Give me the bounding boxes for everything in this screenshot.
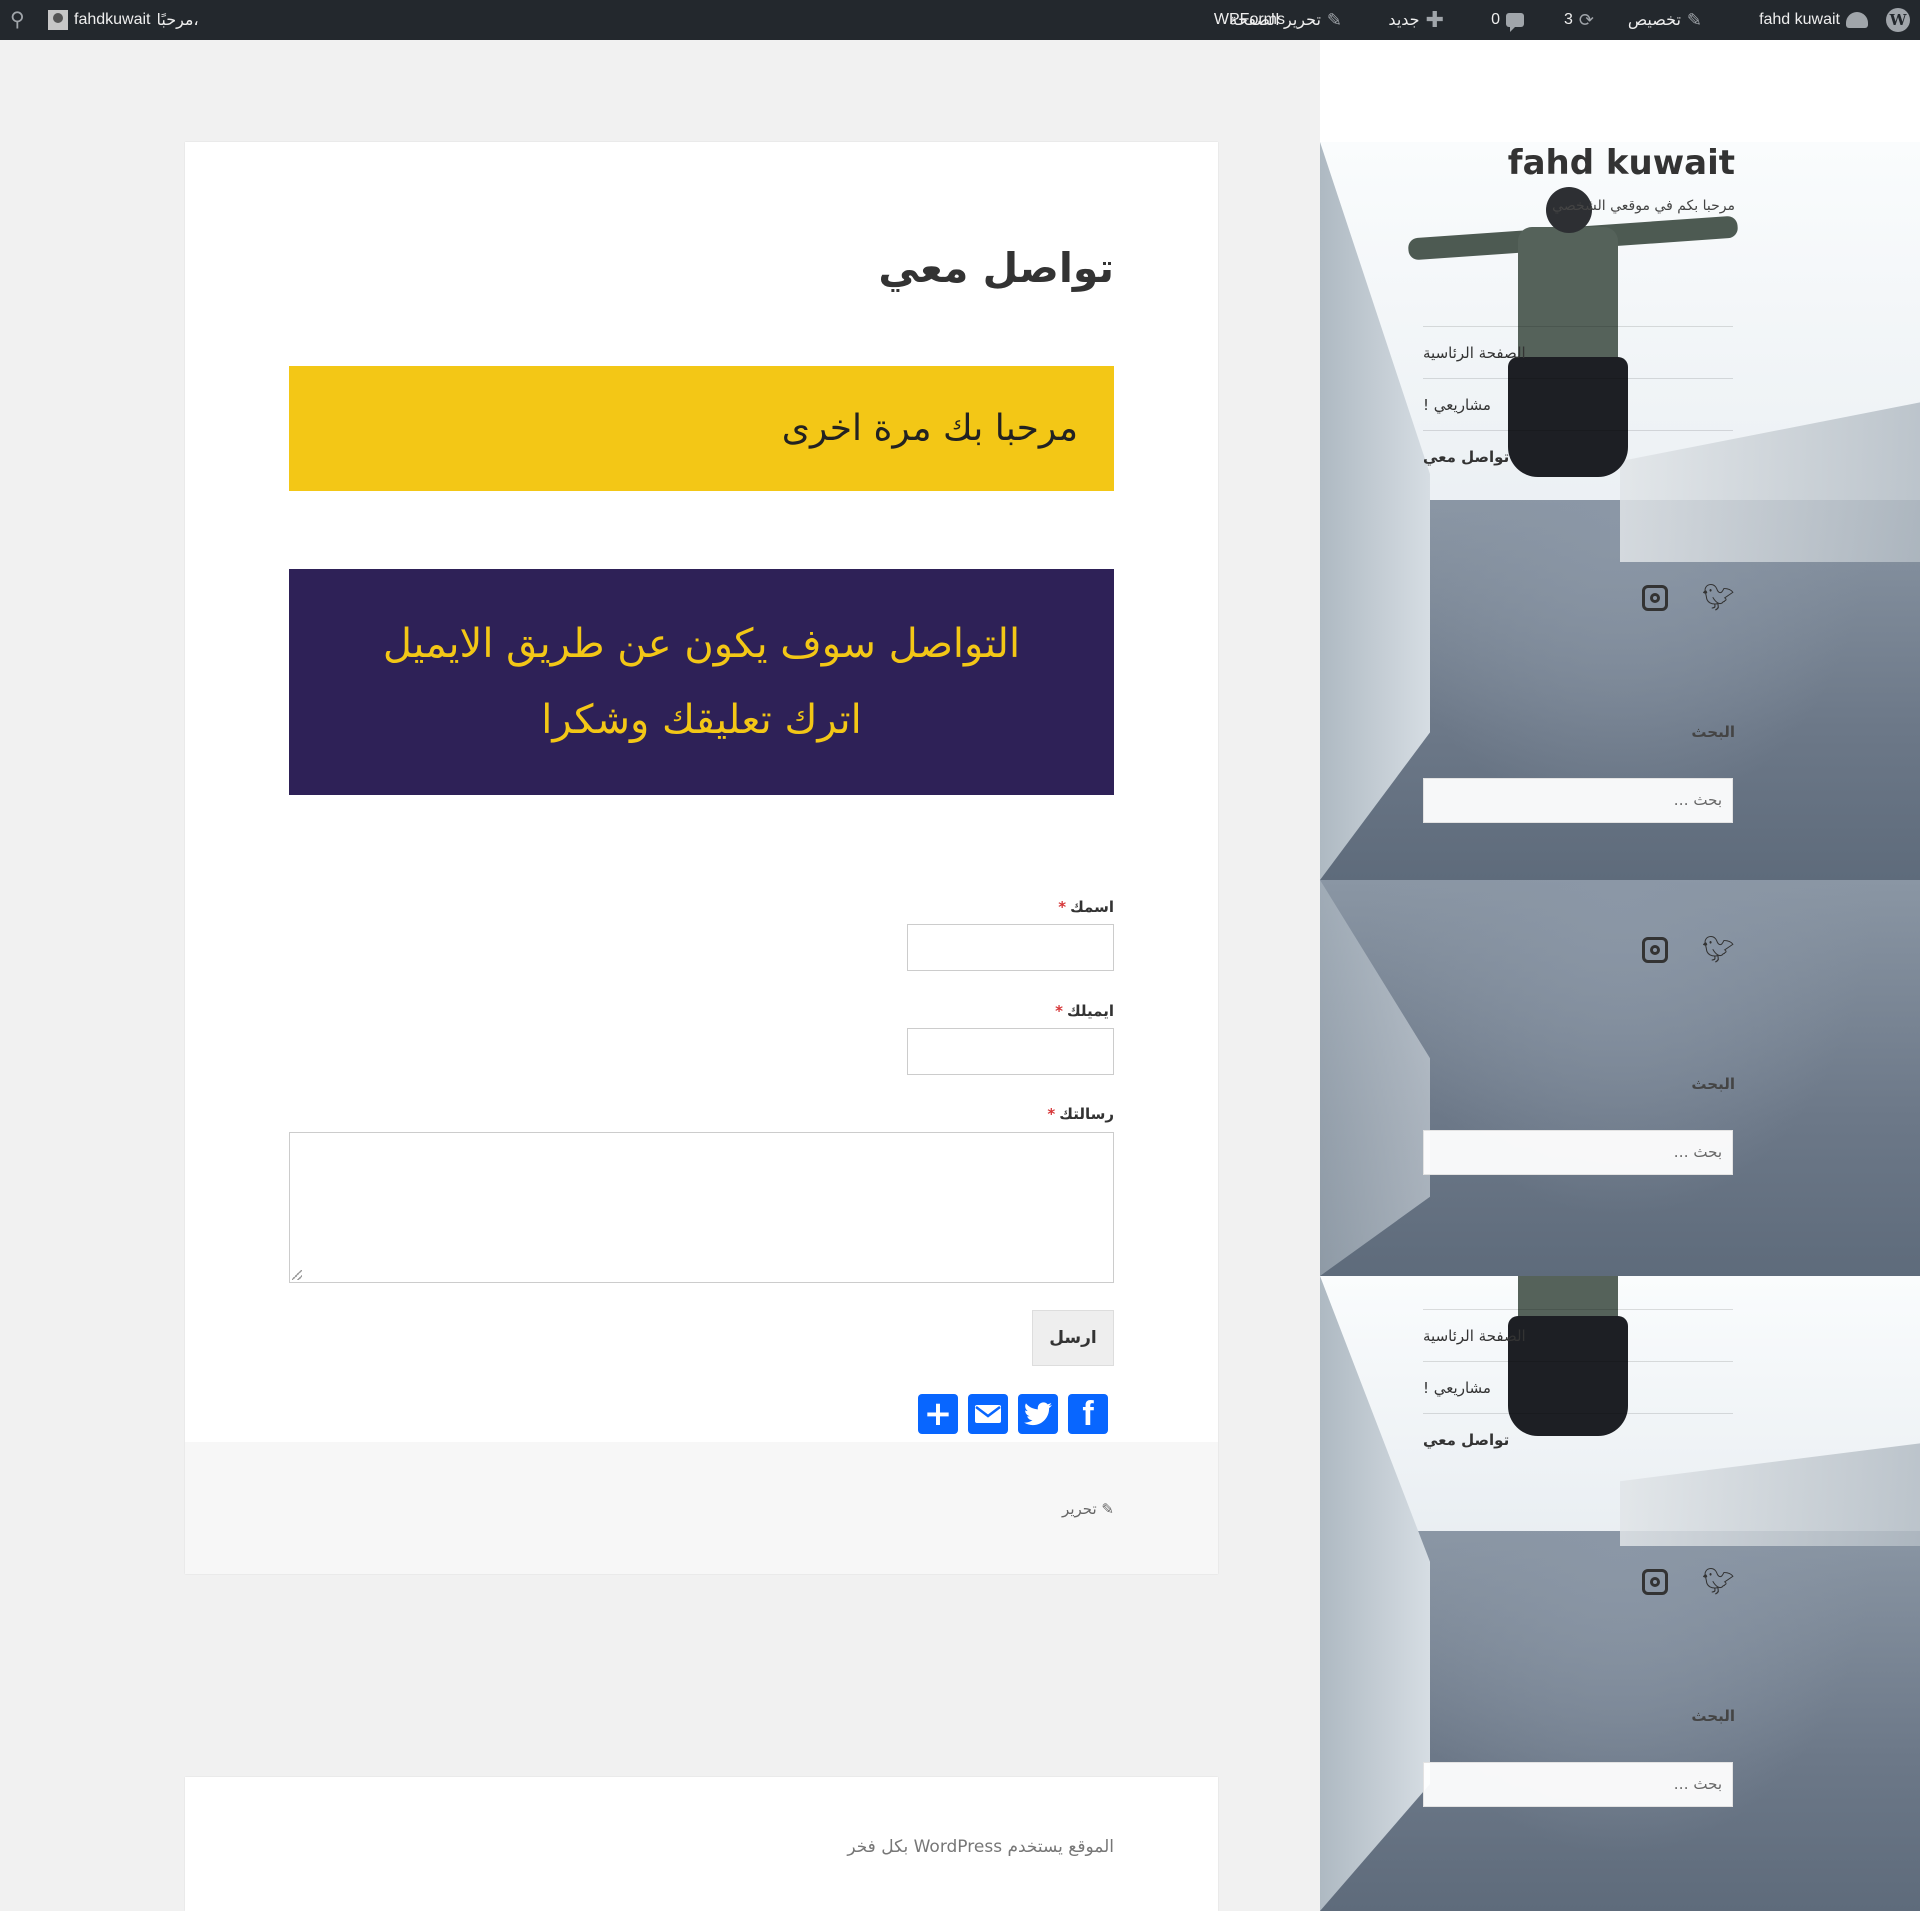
comment-icon [1506,13,1524,32]
search-icon: ⚲ [10,9,25,31]
twitter-icon[interactable]: 🐦︎ [1702,1569,1735,1595]
message-label: رسالتك* [1047,1105,1114,1123]
search-toggle[interactable]: ⚲ [10,0,25,40]
twitter-icon [1024,1402,1052,1426]
name-label-text: اسمك [1070,898,1114,916]
site-footer: الموقع يستخدم WordPress بكل فخر [185,1777,1218,1911]
page-title: تواصل معي [878,244,1114,292]
username-label: fahdkuwait [74,11,151,28]
social-links: 🐦︎ [1642,937,1735,963]
instagram-icon[interactable] [1642,937,1668,963]
nav-item-contact[interactable]: تواصل معي [1423,430,1733,482]
contact-info-banner: التواصل سوف يكون عن طريق الايميل اترك تع… [289,569,1114,795]
sidebar-nav-menu: الصفحة الرئاسية مشاريعي ! تواصل معي [1423,326,1733,482]
wordpress-menu[interactable]: W [1886,0,1910,40]
dashboard-icon [1846,12,1868,28]
site-name-label: fahd kuwait [1759,11,1840,28]
welcome-text: مرحبا بك مرة اخرى [781,408,1078,449]
share-plus-icon: + [923,1394,953,1434]
nav-item-contact[interactable]: تواصل معي [1423,1413,1733,1465]
pencil-icon: ✎ [1101,1500,1114,1518]
main-content: تواصل معي مرحبا بك مرة اخرى التواصل سوف … [0,40,1320,1911]
pencil-icon: ✎ [1326,10,1342,30]
email-label: ايميلك* [1055,1002,1114,1020]
new-content-menu[interactable]: جديد ✚ [1388,0,1444,40]
social-links: 🐦︎ [1642,585,1735,611]
page-article: تواصل معي مرحبا بك مرة اخرى التواصل سوف … [185,142,1218,1574]
customize-label: تخصيص [1627,12,1681,29]
required-mark: * [1047,1105,1056,1123]
name-label: اسمك* [1058,898,1114,916]
nav-item-projects[interactable]: مشاريعي ! [1423,378,1733,430]
email-share-button[interactable] [968,1394,1008,1434]
edit-link-text: تحرير [1062,1500,1097,1518]
updates-link[interactable]: 3 ⟳ [1564,0,1594,40]
search-widget-title: البحث [1691,1075,1735,1093]
plus-icon: ✚ [1425,7,1444,32]
avatar [48,10,68,30]
sidebar-nav-menu: الصفحة الرئاسية مشاريعي ! تواصل معي [1423,1309,1733,1465]
facebook-icon: f [1082,1395,1094,1433]
edit-link[interactable]: ✎ تحرير [1062,1500,1114,1518]
required-mark: * [1055,1002,1063,1020]
updates-icon: ⟳ [1578,10,1594,30]
resize-handle[interactable] [292,1270,302,1280]
new-label: جديد [1388,12,1420,29]
instagram-icon[interactable] [1642,585,1668,611]
updates-count: 3 [1564,11,1573,28]
email-label-text: ايميلك [1066,1002,1114,1020]
instagram-icon[interactable] [1642,1569,1668,1595]
entry-footer: ✎ تحرير [185,1442,1218,1574]
howdy-label: مرحبًا، [156,12,199,29]
nav-item-home[interactable]: الصفحة الرئاسية [1423,326,1733,378]
submit-button[interactable]: ارسل [1032,1310,1114,1366]
share-more-button[interactable]: + [918,1394,958,1434]
search-widget-title: البحث [1691,723,1735,741]
contact-info-line-2: اترك تعليقك وشكرا [541,697,862,743]
wpforms-link[interactable]: WPForms [1214,0,1285,40]
search-input[interactable]: بحث … [1423,1130,1733,1175]
comments-count: 0 [1491,11,1500,28]
search-input[interactable]: بحث … [1423,1762,1733,1807]
nav-item-home[interactable]: الصفحة الرئاسية [1423,1309,1733,1361]
social-links: 🐦︎ [1642,1569,1735,1595]
site-name-menu[interactable]: fahd kuwait [1759,0,1868,40]
paintbrush-icon: ✎ [1686,10,1702,30]
wordpress-logo-icon: W [1886,8,1910,32]
welcome-banner: مرحبا بك مرة اخرى [289,366,1114,491]
email-icon [975,1405,1001,1423]
powered-by-text[interactable]: الموقع يستخدم WordPress بكل فخر [847,1837,1114,1857]
sidebar-background-image [1320,142,1920,880]
message-label-text: رسالتك [1059,1105,1114,1123]
site-title[interactable]: fahd kuwait [1508,143,1735,183]
required-mark: * [1058,898,1067,916]
facebook-share-button[interactable]: f [1068,1394,1108,1434]
name-field[interactable] [907,924,1114,971]
site-description: مرحبا بكم في موقعي الشخصي [1552,198,1735,214]
twitter-icon[interactable]: 🐦︎ [1702,585,1735,611]
message-textarea[interactable] [289,1132,1114,1283]
customize-link[interactable]: تخصيص ✎ [1628,0,1702,40]
wpforms-label: WPForms [1213,11,1285,28]
twitter-icon[interactable]: 🐦︎ [1702,937,1735,963]
sidebar-background-image [1320,880,1920,1276]
twitter-share-button[interactable] [1018,1394,1058,1434]
sidebar: fahd kuwait مرحبا بكم في موقعي الشخصي ال… [1320,40,1920,1911]
admin-bar: W fahd kuwait تخصيص ✎ 3 ⟳ 0 جديد ✚ تحرير… [0,0,1920,40]
search-widget-title: البحث [1691,1707,1735,1725]
email-field[interactable] [907,1028,1114,1075]
contact-info-line-1: التواصل سوف يكون عن طريق الايميل [382,621,1021,667]
search-input[interactable]: بحث … [1423,778,1733,823]
nav-item-projects[interactable]: مشاريعي ! [1423,1361,1733,1413]
comments-link[interactable]: 0 [1491,0,1524,40]
my-account-menu[interactable]: fahdkuwait مرحبًا، [48,0,199,40]
